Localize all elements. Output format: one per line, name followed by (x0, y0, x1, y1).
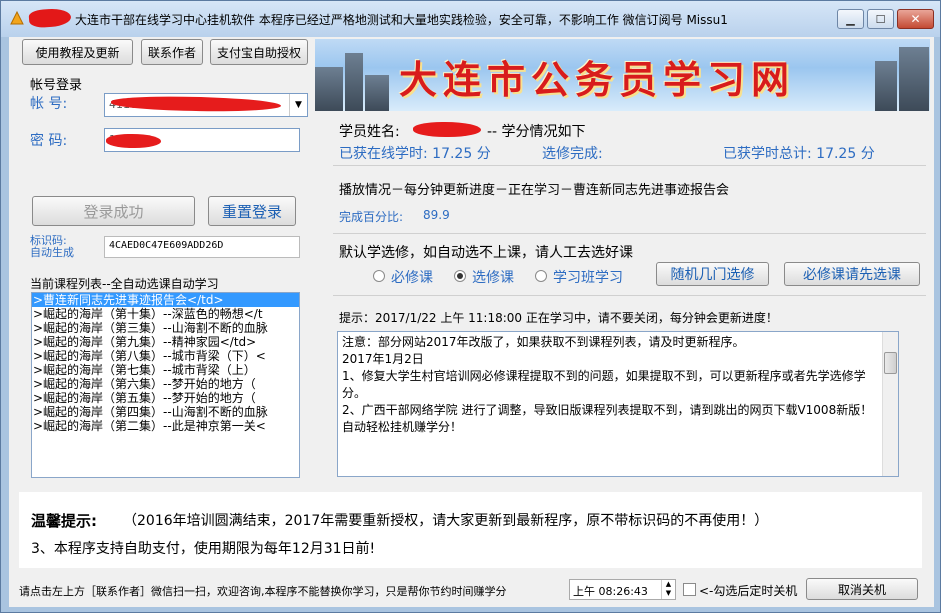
radio-class[interactable] (535, 270, 547, 282)
close-icon: ✕ (910, 12, 921, 26)
title-redaction (28, 7, 72, 29)
list-item[interactable]: >崛起的海岸（第十集）--深蓝色的畅想</t (32, 307, 299, 321)
list-item[interactable]: >崛起的海岸（第七集）--城市背梁（上） (32, 363, 299, 377)
notice-scrollbar[interactable] (882, 332, 898, 476)
online-hours: 已获在线学时: 17.25 分 (339, 146, 491, 162)
contact-author-button[interactable]: 联系作者 (141, 39, 203, 65)
playback-status: 播放情况－每分钟更新进度－正在学习－曹连新同志先进事迹报告会 (339, 183, 730, 198)
maximize-icon: ☐ (875, 12, 886, 26)
radio-elective[interactable] (454, 270, 466, 282)
random-elective-button[interactable]: 随机几门选修 (656, 262, 769, 286)
course-list-header: 当前课程列表--全自动选课自动学习 (30, 277, 219, 291)
student-name-redaction (413, 122, 481, 137)
notice-line: 注意：部分网站2017年改版了，如果获取不到课程列表，请及时更新程序。 (342, 335, 745, 349)
id-label-2: 自动生成 (30, 246, 74, 259)
id-code-field[interactable]: 4CAED0C47E609ADD26D (104, 236, 300, 258)
list-item[interactable]: >崛起的海岸（第九集）--精神家园</td> (32, 335, 299, 349)
spin-icon[interactable]: ▲ ▼ (661, 580, 675, 599)
warm-tip-panel: 温馨提示: （2016年培训圆满结束，2017年需要重新授权，请大家更新到最新程… (19, 492, 922, 568)
close-button[interactable]: ✕ (897, 9, 934, 29)
divider (333, 233, 926, 234)
student-name-label: 学员姓名: (339, 124, 400, 140)
reset-login-button[interactable]: 重置登录 (208, 196, 296, 226)
warm-tip-label: 温馨提示: (31, 512, 97, 530)
login-section-title: 帐号登录 (30, 78, 83, 93)
divider (333, 165, 926, 166)
progress-tip: 提示：2017/1/22 上午 11:18:00 正在学习中，请不要关闭，每分钟… (339, 311, 778, 325)
shutdown-time: 上午 08:26:43 (573, 585, 648, 598)
footer-hint: 请点击左上方［联系作者］微信扫一扫，欢迎咨询,本程序不能替换你学习，只是帮你节约… (19, 585, 507, 598)
title-bar: 大连市干部在线学习中心挂机软件 本程序已经过严格地测试和大量地实践检验，安全可靠… (1, 1, 940, 37)
banner-building (315, 67, 343, 111)
notice-line: 2、广西干部网络学院 进行了调整，导致旧版课程列表提取不到，请到跳出的网页下载V… (342, 403, 873, 434)
notice-textarea[interactable]: 注意：部分网站2017年改版了，如果获取不到课程列表，请及时更新程序。 2017… (337, 331, 899, 477)
maximize-button[interactable]: ☐ (867, 9, 894, 29)
cancel-shutdown-button[interactable]: 取消关机 (806, 578, 918, 600)
password-label: 密 码: (30, 133, 68, 149)
total-hours: 已获学时总计: 17.25 分 (723, 146, 875, 162)
required-select-button[interactable]: 必修课请先选课 (784, 262, 920, 286)
radio-required-label[interactable]: 必修课 (391, 267, 433, 287)
warm-tip-line2: 3、本程序支持自助支付，使用期限为每年12月31日前! (31, 541, 376, 557)
tutorial-button[interactable]: 使用教程及更新 (22, 39, 133, 65)
app-icon (10, 10, 24, 25)
divider (333, 295, 926, 296)
main-client: 使用教程及更新 联系作者 支付宝自助授权 帐号登录 帐 号: 411012050… (9, 37, 934, 607)
list-item[interactable]: >崛起的海岸（第三集）--山海割不断的血脉 (32, 321, 299, 335)
radio-class-label[interactable]: 学习班学习 (553, 267, 623, 287)
banner-building (345, 53, 363, 111)
list-item[interactable]: >曹连新同志先进事迹报告会</td> (32, 293, 299, 307)
banner-building (875, 61, 897, 111)
timer-checkbox-label: <-勾选后定时关机 (699, 584, 798, 598)
minimize-icon: ▁ (846, 12, 855, 26)
notice-line: 1、修复大学生村官培训网必修课程提取不到的问题，如果提取不到，可以更新程序或者先… (342, 369, 866, 400)
notice-line: 2017年1月2日 (342, 352, 424, 366)
banner-title: 大连市公务员学习网 (399, 57, 796, 102)
login-button[interactable]: 登录成功 (32, 196, 195, 226)
warm-tip-line1: （2016年培训圆满结束，2017年需要重新授权，请大家更新到最新程序，原不带标… (123, 513, 769, 529)
app-window: 大连市干部在线学习中心挂机软件 本程序已经过严格地测试和大量地实践检验，安全可靠… (0, 0, 941, 613)
timer-checkbox[interactable] (683, 583, 696, 596)
banner-building (365, 75, 389, 111)
course-list[interactable]: >曹连新同志先进事迹报告会</td> >崛起的海岸（第十集）--深蓝色的畅想</… (31, 292, 300, 478)
course-type-heading: 默认学选修，如自动选不上课，请人工去选好课 (339, 245, 633, 261)
minimize-button[interactable]: ▁ (837, 9, 864, 29)
site-banner: 大连市公务员学习网 (315, 39, 930, 111)
list-item[interactable]: >崛起的海岸（第五集）--梦开始的地方（ (32, 391, 299, 405)
radio-elective-label[interactable]: 选修课 (472, 267, 514, 287)
account-label: 帐 号: (30, 96, 68, 112)
id-code-value: 4CAED0C47E609ADD26D (109, 240, 224, 251)
list-item[interactable]: >崛起的海岸（第八集）--城市背梁（下）< (32, 349, 299, 363)
list-item[interactable]: >崛起的海岸（第二集）--此是神京第一关< (32, 419, 299, 433)
list-item[interactable]: >崛起的海岸（第四集）--山海割不断的血脉 (32, 405, 299, 419)
elective-complete: 选修完成: (542, 146, 603, 162)
banner-building (899, 47, 929, 111)
percent-value: 89.9 (423, 208, 450, 222)
radio-required[interactable] (373, 270, 385, 282)
alipay-authorize-button[interactable]: 支付宝自助授权 (210, 39, 308, 65)
chevron-down-icon[interactable]: ▼ (289, 94, 307, 116)
list-item[interactable]: >崛起的海岸（第六集）--梦开始的地方（ (32, 377, 299, 391)
window-title: 大连市干部在线学习中心挂机软件 本程序已经过严格地测试和大量地实践检验，安全可靠… (75, 13, 728, 27)
percent-label: 完成百分比: (339, 210, 404, 224)
password-redaction (106, 134, 161, 148)
shutdown-time-picker[interactable]: 上午 08:26:43 ▲ ▼ (569, 579, 676, 600)
scrollbar-thumb[interactable] (884, 352, 897, 374)
credit-heading: -- 学分情况如下 (487, 124, 586, 140)
